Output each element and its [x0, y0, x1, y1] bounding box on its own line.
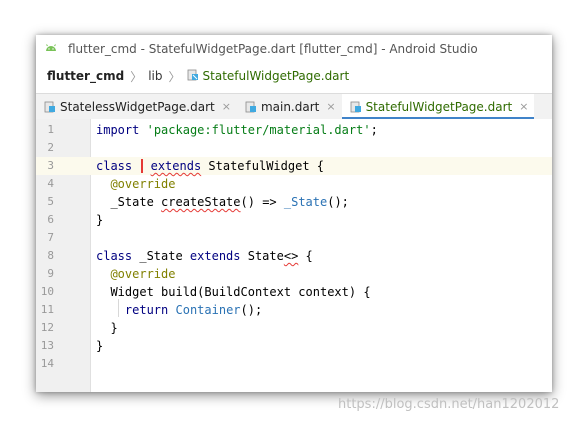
code-line[interactable]: 9 @override — [36, 265, 552, 283]
breadcrumb-file-item[interactable]: StatefulWidgetPage.dart — [187, 69, 350, 83]
code-line[interactable]: 4 @override — [36, 175, 552, 193]
close-icon[interactable]: × — [222, 100, 231, 113]
text-caret — [132, 159, 144, 173]
code-line[interactable]: 8 class _State extends State<> { — [36, 247, 552, 265]
error-token: <> — [283, 249, 299, 263]
code-line[interactable]: 13 } — [36, 337, 552, 355]
close-icon[interactable]: × — [519, 100, 528, 113]
code-line[interactable]: 12 } — [36, 319, 552, 337]
line-number: 8 — [47, 249, 54, 262]
line-number: 6 — [47, 213, 54, 226]
code-line[interactable]: 14 — [36, 355, 552, 373]
code-line[interactable]: 5 _State createState() => _State(); — [36, 193, 552, 211]
line-number: 3 — [47, 159, 54, 172]
editor-tabs: StatelessWidgetPage.dart × main.dart × S… — [36, 93, 552, 120]
dart-file-icon — [350, 101, 361, 112]
tab-stateful-widget-page[interactable]: StatefulWidgetPage.dart × — [341, 94, 535, 120]
line-number: 9 — [47, 267, 54, 280]
code-editor[interactable]: 1 import 'package:flutter/material.dart'… — [36, 119, 552, 392]
indent-guide — [118, 299, 119, 317]
line-number: 11 — [40, 303, 54, 316]
tab-label: main.dart — [260, 99, 320, 114]
line-number: 10 — [40, 285, 54, 298]
code-line[interactable]: 2 — [36, 139, 552, 157]
breadcrumb: flutter_cmd 〉 lib 〉 StatefulWidgetPage.d… — [36, 63, 552, 89]
watermark: https://blog.csdn.net/han1202012 — [338, 397, 560, 412]
line-number: 1 — [47, 123, 54, 136]
code-line-current[interactable]: 3 class extends StatefulWidget { — [36, 157, 552, 175]
line-number: 14 — [40, 357, 54, 370]
tab-stateless-widget-page[interactable]: StatelessWidgetPage.dart × — [36, 94, 237, 119]
code-line[interactable]: 11 return Container(); — [36, 301, 552, 319]
tab-main[interactable]: main.dart × — [237, 94, 342, 119]
line-number: 5 — [47, 195, 54, 208]
chevron-right-icon: 〉 — [168, 69, 181, 84]
line-number: 12 — [40, 321, 54, 334]
breadcrumb-folder[interactable]: lib — [148, 69, 162, 83]
breadcrumb-file: StatefulWidgetPage.dart — [202, 69, 350, 83]
code-line[interactable]: 7 — [36, 229, 552, 247]
chevron-right-icon: 〉 — [130, 69, 143, 84]
title-bar: flutter_cmd - StatefulWidgetPage.dart [f… — [36, 35, 552, 63]
tab-label: StatelessWidgetPage.dart — [60, 99, 215, 114]
line-number: 4 — [47, 177, 54, 190]
ide-window: flutter_cmd - StatefulWidgetPage.dart [f… — [36, 35, 552, 392]
line-number: 7 — [47, 231, 54, 244]
error-token: extends — [150, 159, 202, 173]
code-line[interactable]: 1 import 'package:flutter/material.dart'… — [36, 121, 552, 139]
dart-file-icon — [44, 101, 55, 112]
breadcrumb-project[interactable]: flutter_cmd — [47, 69, 124, 83]
code-line[interactable]: 6 } — [36, 211, 552, 229]
dart-file-icon — [245, 101, 256, 112]
line-number: 13 — [40, 339, 54, 352]
dart-file-icon — [187, 69, 198, 81]
window-title: flutter_cmd - StatefulWidgetPage.dart [f… — [68, 42, 478, 56]
code-line[interactable]: 10 Widget build(BuildContext context) { — [36, 283, 552, 301]
tab-label: StatefulWidgetPage.dart — [365, 99, 513, 114]
close-icon[interactable]: × — [326, 100, 335, 113]
android-icon — [46, 44, 56, 51]
line-number: 2 — [47, 141, 54, 154]
error-token: createState — [161, 195, 241, 209]
